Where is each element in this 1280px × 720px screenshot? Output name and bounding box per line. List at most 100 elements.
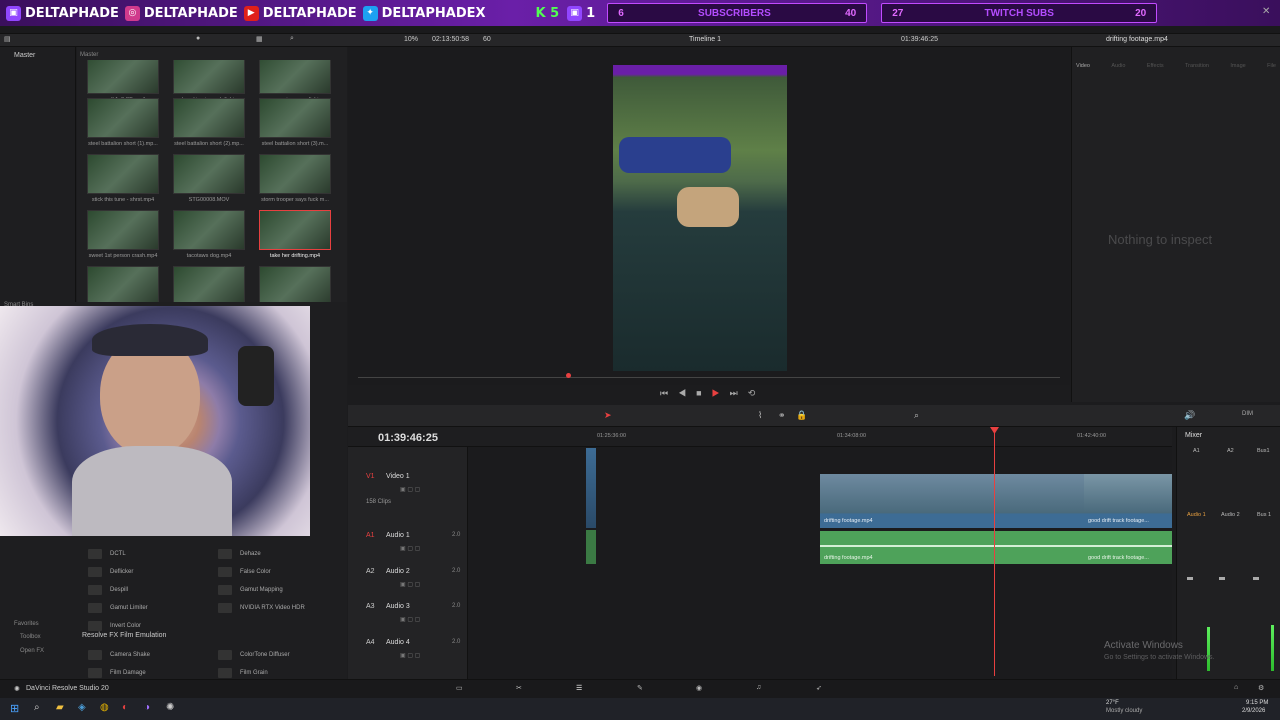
effect-item[interactable]: NVIDIA RTX Video HDR bbox=[212, 600, 332, 616]
track-name[interactable]: Audio 3 bbox=[386, 603, 410, 610]
media-clip-thumb[interactable] bbox=[259, 266, 331, 302]
link-icon[interactable]: ⚭ bbox=[778, 410, 786, 421]
effect-item[interactable]: Deflicker bbox=[82, 564, 202, 580]
inspector-tab[interactable]: Image bbox=[1230, 51, 1245, 71]
app-icon-2[interactable]: ◑ bbox=[144, 702, 150, 713]
inspector-tab[interactable]: Video bbox=[1076, 51, 1090, 71]
app-icon-1[interactable]: ◐ bbox=[122, 702, 128, 713]
home-icon[interactable]: ⌂ bbox=[1234, 684, 1238, 691]
favorites-label[interactable]: Favorites bbox=[14, 621, 39, 627]
effect-item[interactable]: ColorTone Diffuser bbox=[212, 647, 332, 663]
effect-item[interactable]: Gamut Limiter bbox=[82, 600, 202, 616]
track-controls-icon[interactable]: ▣ ▢ ▢ bbox=[400, 486, 420, 493]
cut-page-icon[interactable]: ✂ bbox=[516, 684, 522, 692]
track-id[interactable]: A1 bbox=[366, 532, 375, 539]
track-name[interactable]: Video 1 bbox=[386, 473, 410, 480]
audio-clip-1[interactable]: drifting footage.mp4 bbox=[820, 531, 1084, 564]
effect-item[interactable]: False Color bbox=[212, 564, 332, 580]
media-page-icon[interactable]: ▭ bbox=[456, 684, 463, 692]
slider-dot-icon[interactable]: ● bbox=[196, 35, 200, 42]
inspector-tab[interactable]: Transition bbox=[1185, 51, 1209, 71]
media-clip-thumb[interactable] bbox=[173, 154, 245, 194]
fav-toolbox[interactable]: Toolbox bbox=[20, 634, 41, 640]
timeline-name[interactable]: Timeline 1 bbox=[689, 36, 721, 43]
track-controls-icon[interactable]: ▣ ▢ ▢ bbox=[400, 545, 420, 552]
video-clip-1[interactable]: drifting footage.mp4 bbox=[820, 474, 1084, 528]
track-controls-icon[interactable]: ▣ ▢ ▢ bbox=[400, 616, 420, 623]
inspector-tab[interactable]: Effects bbox=[1147, 51, 1164, 71]
track-controls-icon[interactable]: ▣ ▢ ▢ bbox=[400, 581, 420, 588]
file-explorer-icon[interactable]: ▰ bbox=[56, 702, 64, 713]
track-id[interactable]: A2 bbox=[366, 568, 375, 575]
fader-bus1[interactable] bbox=[1253, 577, 1259, 580]
media-clip-thumb[interactable] bbox=[259, 98, 331, 138]
search-taskbar-icon[interactable]: ⌕ bbox=[34, 702, 40, 713]
effect-item[interactable]: DCTL bbox=[82, 546, 202, 562]
weather-desc[interactable]: Mostly cloudy bbox=[1106, 708, 1142, 714]
dim-button[interactable]: DIM bbox=[1242, 411, 1253, 417]
search-icon[interactable]: ⌕ bbox=[290, 35, 294, 43]
effect-item[interactable]: Gamut Mapping bbox=[212, 582, 332, 598]
close-icon[interactable]: ✕ bbox=[1262, 6, 1270, 17]
resolve-taskbar-icon[interactable]: ✺ bbox=[166, 702, 174, 713]
effect-item[interactable]: Despill bbox=[82, 582, 202, 598]
media-clip-thumb[interactable] bbox=[173, 210, 245, 250]
small-video-clip[interactable] bbox=[586, 448, 596, 528]
lock-icon[interactable]: 🔒 bbox=[796, 410, 807, 421]
chrome-icon[interactable]: ◍ bbox=[100, 702, 109, 713]
track-id[interactable]: V1 bbox=[366, 473, 375, 480]
media-clip-thumb[interactable] bbox=[87, 98, 159, 138]
go-to-end-icon[interactable]: ⏭ bbox=[730, 388, 748, 398]
inspector-tab[interactable]: Audio bbox=[1111, 51, 1125, 71]
loop-icon[interactable]: ⟲ bbox=[748, 388, 766, 398]
media-clip-thumb[interactable] bbox=[259, 60, 331, 94]
effect-item[interactable]: Camera Shake bbox=[82, 647, 202, 663]
media-clip-thumb[interactable] bbox=[259, 210, 331, 250]
start-icon[interactable]: ⊞ bbox=[10, 702, 19, 715]
viewer-playhead[interactable] bbox=[566, 373, 571, 378]
panel-toggle-icon[interactable]: ▤ bbox=[4, 35, 11, 43]
bin-master[interactable]: Master bbox=[14, 52, 35, 59]
zoom-icon[interactable]: ⌕ bbox=[914, 410, 919, 421]
snap-icon[interactable]: ⌇ bbox=[758, 410, 762, 421]
selection-tool-icon[interactable]: ➤ bbox=[604, 410, 612, 421]
clock-time[interactable]: 9:15 PM bbox=[1246, 700, 1268, 706]
steam-icon[interactable]: ◈ bbox=[78, 702, 86, 713]
stop-icon[interactable]: ■ bbox=[696, 388, 711, 398]
media-clip-thumb[interactable] bbox=[87, 210, 159, 250]
video-clip-2[interactable]: good drift track footage... bbox=[1084, 474, 1172, 528]
weather-temp[interactable]: 27°F bbox=[1106, 700, 1119, 706]
media-clip-thumb[interactable] bbox=[87, 154, 159, 194]
fader-a1[interactable] bbox=[1187, 577, 1193, 580]
small-audio-clip[interactable] bbox=[586, 530, 596, 564]
zoom-level[interactable]: 10% bbox=[404, 36, 418, 43]
play-icon[interactable]: ▶ bbox=[712, 388, 730, 398]
volume-icon[interactable]: 🔊 bbox=[1184, 410, 1195, 421]
grid-view-icon[interactable]: ▦ bbox=[256, 35, 263, 43]
track-name[interactable]: Audio 4 bbox=[386, 639, 410, 646]
track-id[interactable]: A3 bbox=[366, 603, 375, 610]
media-clip-thumb[interactable] bbox=[87, 60, 159, 94]
color-page-icon[interactable]: ◉ bbox=[696, 684, 702, 692]
fusion-page-icon[interactable]: ✎ bbox=[637, 684, 643, 692]
media-clip-thumb[interactable] bbox=[87, 266, 159, 302]
deliver-page-icon[interactable]: ➶ bbox=[816, 684, 822, 692]
media-clip-thumb[interactable] bbox=[173, 60, 245, 94]
track-controls-icon[interactable]: ▣ ▢ ▢ bbox=[400, 652, 420, 659]
fader-a2[interactable] bbox=[1219, 577, 1225, 580]
inspector-tab[interactable]: File bbox=[1267, 51, 1276, 71]
fav-open-fx[interactable]: Open FX bbox=[20, 648, 44, 654]
edit-page-icon[interactable]: ☰ bbox=[576, 684, 582, 692]
audio-clip-2[interactable]: good drift track footage... bbox=[1084, 531, 1172, 564]
track-name[interactable]: Audio 1 bbox=[386, 532, 410, 539]
media-clip-thumb[interactable] bbox=[259, 154, 331, 194]
media-clip-thumb[interactable] bbox=[173, 98, 245, 138]
reverse-icon[interactable]: ◀ bbox=[678, 388, 696, 398]
fairlight-page-icon[interactable]: ♫ bbox=[756, 684, 761, 691]
timeline-playhead[interactable] bbox=[994, 430, 995, 676]
effect-item[interactable]: Dehaze bbox=[212, 546, 332, 562]
media-clip-thumb[interactable] bbox=[173, 266, 245, 302]
settings-icon[interactable]: ⚙ bbox=[1258, 684, 1264, 692]
clock-date[interactable]: 2/9/2026 bbox=[1242, 708, 1265, 714]
track-name[interactable]: Audio 2 bbox=[386, 568, 410, 575]
